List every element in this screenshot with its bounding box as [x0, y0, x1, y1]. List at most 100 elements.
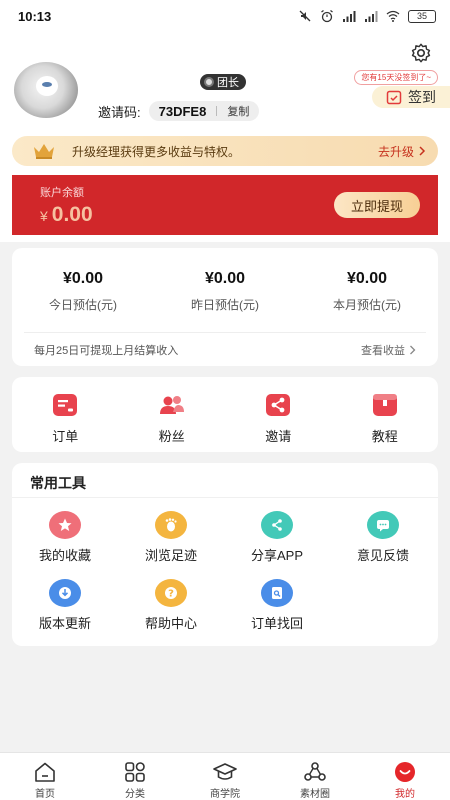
download-icon: [49, 579, 81, 607]
mute-icon: [299, 10, 311, 22]
earning-yesterday: ¥0.00 昨日预估(元): [154, 270, 296, 313]
upgrade-banner[interactable]: 升级经理获得更多收益与特权。 去升级: [12, 136, 438, 166]
copy-button[interactable]: 复制: [227, 103, 249, 119]
quick-item-fans[interactable]: 粉丝: [119, 377, 226, 452]
status-bar: 10:13 35: [0, 0, 450, 32]
share-icon: [261, 511, 293, 539]
tools-card: 常用工具 我的收藏 浏览足迹 分享APP 意见反馈 版本更新 ? 帮助中心 订单…: [12, 463, 438, 646]
chevron-right-icon: [419, 146, 426, 156]
view-earnings-label: 查看收益: [361, 345, 405, 357]
quick-item-tutorial[interactable]: 教程: [332, 377, 439, 452]
tool-update[interactable]: 版本更新: [12, 579, 118, 632]
tool-label: 帮助中心: [144, 616, 197, 631]
footprint-icon: [155, 511, 187, 539]
earning-value: ¥0.00: [62, 270, 104, 287]
star-icon: [49, 511, 81, 539]
tab-school[interactable]: 商学院: [180, 753, 270, 800]
tool-label: 分享APP: [250, 548, 303, 563]
tool-label: 订单找回: [250, 616, 303, 631]
role-badge-label: 团长: [217, 77, 239, 89]
sign-in-label: 签到: [408, 89, 436, 105]
wifi-icon: [386, 10, 400, 22]
tool-label: 浏览足迹: [144, 548, 197, 563]
upgrade-link[interactable]: 去升级: [378, 143, 426, 160]
tool-help[interactable]: ? 帮助中心: [118, 579, 224, 632]
tool-share-app[interactable]: 分享APP: [224, 511, 330, 564]
signal-icon: [343, 11, 356, 22]
fans-icon: [159, 396, 184, 414]
earnings-card: ¥0.00 今日预估(元) ¥0.00 昨日预估(元) ¥0.00 本月预估(元…: [12, 248, 438, 366]
role-badge: 团长: [200, 74, 246, 90]
view-earnings-link[interactable]: 查看收益: [361, 342, 416, 358]
feedback-icon: [367, 511, 399, 539]
earnings-note: 每月25日可提现上月结算收入: [34, 345, 179, 357]
tool-feedback[interactable]: 意见反馈: [330, 511, 436, 564]
divider: [12, 497, 438, 498]
tab-profile[interactable]: 我的: [360, 753, 450, 800]
tool-order-recovery[interactable]: 订单找回: [224, 579, 330, 632]
invite-label: 邀请码:: [98, 104, 141, 120]
balance-label: 账户余额: [40, 187, 84, 199]
order-search-icon: [261, 579, 293, 607]
upgrade-link-label: 去升级: [377, 144, 414, 159]
quick-label: 教程: [371, 429, 398, 444]
quick-item-invite[interactable]: 邀请: [225, 377, 332, 452]
tool-history[interactable]: 浏览足迹: [118, 511, 224, 564]
earning-value: ¥0.00: [204, 270, 246, 287]
tab-bar: 首页 分类 商学院 素材圈 我的: [0, 752, 450, 800]
currency-symbol: ¥: [40, 208, 48, 224]
withdraw-button[interactable]: 立即提现: [334, 192, 420, 218]
sign-in-button[interactable]: 签到: [372, 86, 450, 108]
earning-label: 本月预估(元): [333, 298, 401, 312]
tab-label: 首页: [35, 789, 55, 800]
quick-label: 邀请: [265, 429, 292, 444]
school-icon: [213, 763, 237, 780]
svg-text:?: ?: [168, 589, 174, 600]
profile-icon: [395, 762, 415, 782]
balance-card: 账户余额 ¥0.00 立即提现: [12, 175, 438, 235]
divider: [24, 332, 426, 333]
tool-label: 意见反馈: [356, 548, 409, 563]
earning-label: 今日预估(元): [49, 298, 117, 312]
calendar-icon: [386, 90, 402, 105]
quick-label: 订单: [52, 429, 79, 444]
gear-icon[interactable]: [410, 42, 432, 64]
earning-month: ¥0.00 本月预估(元): [296, 270, 438, 313]
balance-value: 0.00: [51, 203, 93, 226]
quick-label: 粉丝: [158, 429, 185, 444]
sign-tip: 您有15天没签到了~: [354, 70, 438, 85]
tab-material[interactable]: 素材圈: [270, 753, 360, 800]
material-icon: [304, 762, 326, 781]
tool-favorites[interactable]: 我的收藏: [12, 511, 118, 564]
home-icon: [35, 762, 55, 782]
avatar[interactable]: [14, 62, 78, 118]
tab-label: 素材圈: [300, 789, 330, 800]
share-icon: [266, 394, 291, 416]
crown-icon: [34, 144, 54, 159]
earning-value: ¥0.00: [346, 270, 388, 287]
upgrade-text: 升级经理获得更多收益与特权。: [72, 144, 241, 159]
tab-label: 商学院: [210, 789, 240, 800]
tab-category[interactable]: 分类: [90, 753, 180, 800]
invite-pill: 73DFE8 复制: [148, 101, 260, 121]
tab-label: 我的: [395, 789, 415, 800]
tools-title: 常用工具: [30, 475, 86, 491]
category-icon: [125, 762, 145, 782]
tab-label: 分类: [125, 789, 145, 800]
quick-item-order[interactable]: 订单: [12, 377, 119, 452]
invite-code: 73DFE8: [158, 103, 207, 119]
order-icon: [53, 394, 78, 416]
invite-row: 邀请码: 73DFE8 复制: [98, 101, 260, 121]
alarm-icon: [321, 9, 333, 23]
status-icons: 35: [298, 9, 436, 23]
battery-icon: 35: [408, 9, 436, 23]
tool-label: 我的收藏: [38, 548, 91, 563]
divider: [216, 106, 218, 116]
balance-amount: ¥0.00: [40, 203, 93, 227]
signal-icon-2: [365, 11, 378, 22]
tool-label: 版本更新: [38, 616, 91, 631]
help-icon: ?: [155, 579, 187, 607]
earning-label: 昨日预估(元): [191, 298, 259, 312]
tab-home[interactable]: 首页: [0, 753, 90, 800]
earning-today: ¥0.00 今日预估(元): [12, 270, 154, 313]
